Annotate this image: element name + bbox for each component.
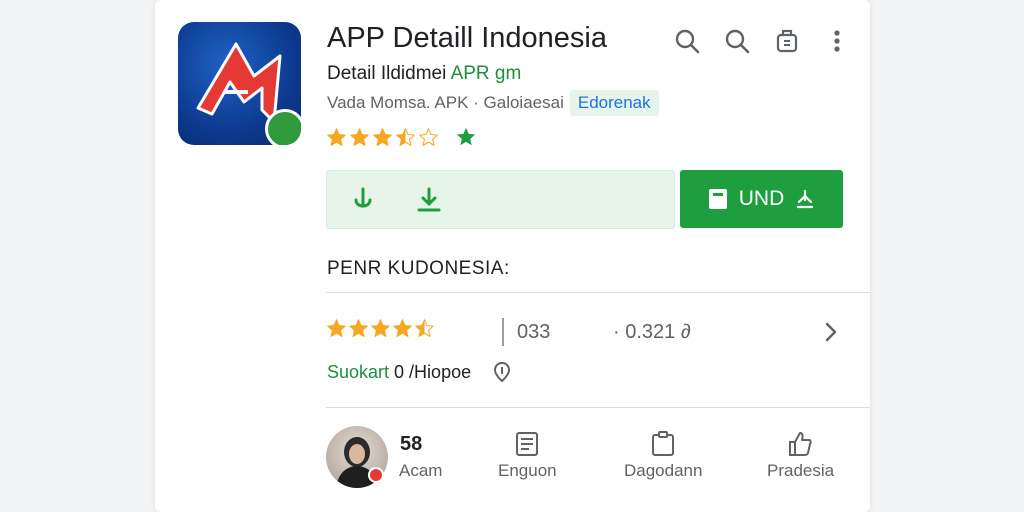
app-meta: Vada Momsa. APK · Galoiaesai Edorenak — [327, 90, 659, 116]
search-icon[interactable] — [720, 24, 754, 58]
pin-icon — [493, 361, 511, 383]
rating-stars — [326, 318, 435, 339]
more-vert-icon[interactable] — [820, 24, 854, 58]
book-icon — [708, 189, 727, 209]
person-pin-icon — [797, 189, 814, 209]
divider — [326, 407, 870, 408]
share-icon[interactable] — [770, 24, 804, 58]
clipboard-icon[interactable] — [649, 430, 677, 458]
category-tag[interactable]: Edorenak — [569, 90, 659, 116]
star-icon — [327, 127, 346, 146]
avatar-label: Acam — [399, 461, 443, 480]
document-icon[interactable] — [513, 430, 541, 458]
avatar-status-dot — [368, 467, 384, 483]
app-subtitle: Detail Ildidmei APR gm — [327, 63, 521, 85]
developer-info: 0 /Hiopoe — [389, 362, 472, 382]
install-button[interactable]: UND — [680, 170, 843, 228]
section-title: PENR KUDONESIA: — [327, 258, 510, 279]
star-icon — [350, 127, 369, 146]
rating-separator — [502, 318, 504, 346]
header-rating-stars — [326, 126, 477, 148]
subtitle-highlight[interactable]: APR gm — [451, 63, 522, 84]
star-icon — [396, 127, 415, 146]
app-size: · 0.321 ∂ — [613, 321, 691, 343]
chevron-right-icon[interactable] — [819, 318, 843, 346]
meta-text: Vada Momsa. APK · Galoiaesai — [327, 93, 564, 112]
download-arrow-icon[interactable] — [347, 184, 379, 216]
star-icon — [327, 319, 346, 337]
stat-label-pradesia: Pradesia — [767, 461, 835, 480]
top-toolbar — [670, 24, 854, 58]
app-logo-icon[interactable] — [178, 22, 301, 145]
divider — [326, 292, 870, 293]
star-icon — [415, 319, 434, 337]
action-bar — [326, 170, 675, 229]
star-icon — [373, 127, 392, 146]
avatar-number: 58 — [400, 433, 423, 455]
app-title: APP Detaill Indonesia — [327, 22, 607, 54]
subtitle-text: Detail Ildidmei — [327, 63, 447, 84]
developer-line[interactable]: Suokart 0 /Hiopoe — [327, 362, 471, 383]
star-icon — [393, 319, 412, 337]
star-icon — [371, 319, 390, 337]
search-icon[interactable] — [670, 24, 704, 58]
thumbs-up-icon[interactable] — [786, 430, 814, 458]
star-icon — [419, 127, 438, 146]
rating-count: 033 — [517, 321, 551, 343]
star-icon — [349, 319, 368, 337]
stat-label-enguon: Enguon — [498, 461, 557, 480]
stat-label-dagodann: Dagodann — [624, 461, 703, 480]
install-label: UND — [738, 187, 785, 210]
download-tray-icon[interactable] — [413, 184, 445, 216]
green-star-icon — [456, 127, 476, 146]
app-badge-icon — [265, 109, 301, 145]
app-detail-card: APP Detaill Indonesia Detail Ildidmei AP… — [155, 0, 870, 512]
developer-name: Suokart — [327, 362, 390, 382]
